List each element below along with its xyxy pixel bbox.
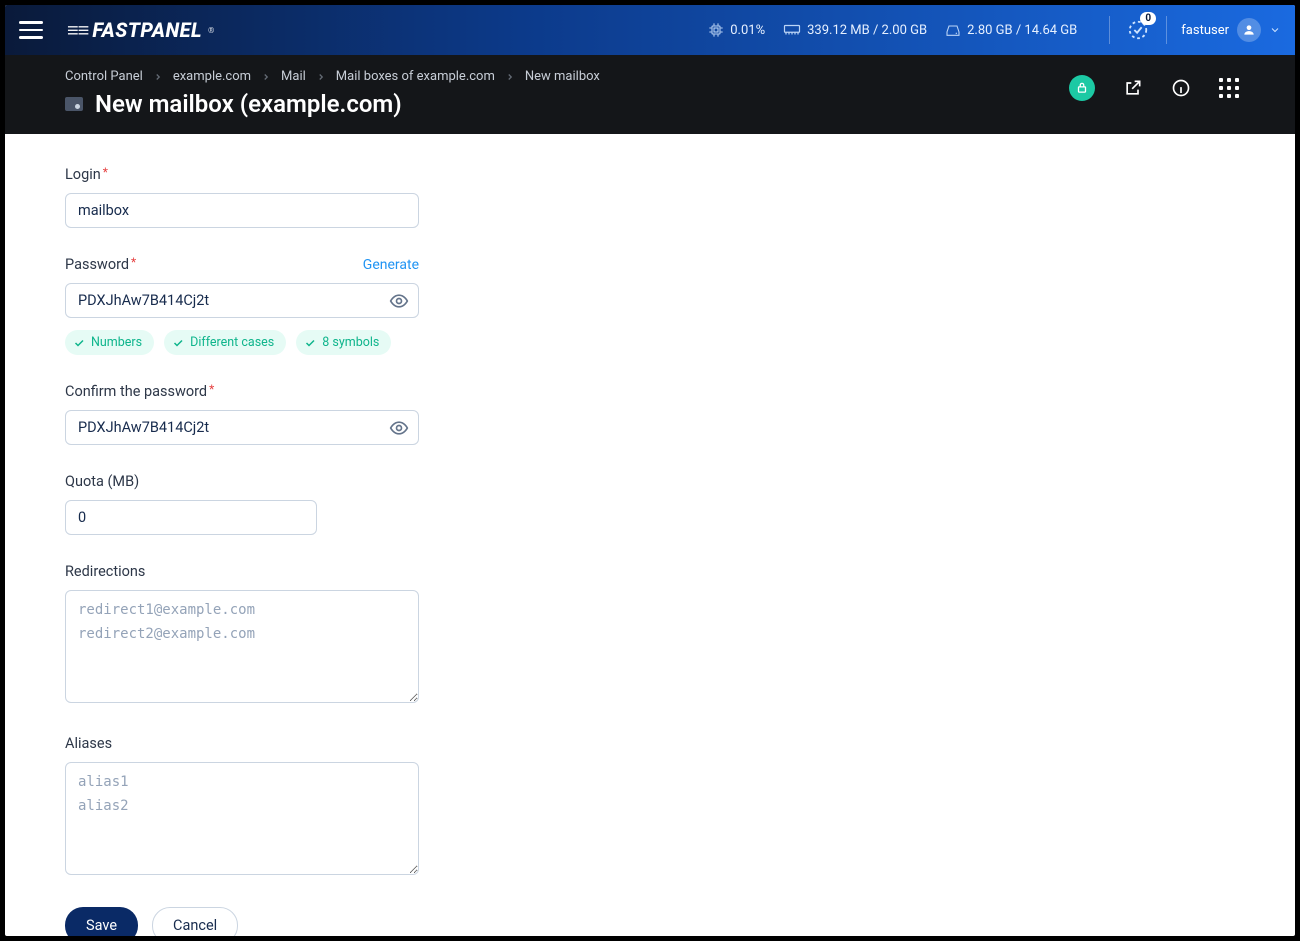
notifications-button[interactable]: 0 xyxy=(1124,16,1152,44)
cpu-stat: 0.01% xyxy=(708,22,765,38)
notif-badge: 0 xyxy=(1140,12,1156,25)
info-icon[interactable] xyxy=(1171,78,1191,98)
form-content: Login* Password* Generate Numbers xyxy=(5,134,1295,936)
login-label: Login xyxy=(65,166,101,183)
password-check-chip: Different cases xyxy=(164,330,286,355)
quota-input[interactable] xyxy=(65,500,317,535)
generate-password-link[interactable]: Generate xyxy=(363,257,419,273)
breadcrumb-item[interactable]: New mailbox xyxy=(525,69,600,84)
page-title: New mailbox (example.com) xyxy=(95,90,402,118)
disk-icon xyxy=(945,22,961,38)
subheader: Control Panel example.com Mail Mail boxe… xyxy=(5,55,1295,134)
breadcrumb: Control Panel example.com Mail Mail boxe… xyxy=(65,69,1235,84)
redirections-label: Redirections xyxy=(65,563,145,580)
breadcrumb-item[interactable]: Control Panel xyxy=(65,69,143,84)
cpu-icon xyxy=(708,22,724,38)
aliases-label: Aliases xyxy=(65,735,112,752)
ram-stat: 339.12 MB / 2.00 GB xyxy=(783,23,927,38)
avatar-icon xyxy=(1237,18,1261,42)
password-check-chip: Numbers xyxy=(65,330,154,355)
confirm-password-input[interactable] xyxy=(65,410,419,445)
topbar: ≡≡ FASTPANEL® 0.01% 339.12 MB / 2.00 GB … xyxy=(5,5,1295,55)
disk-stat: 2.80 GB / 14.64 GB xyxy=(945,22,1077,38)
toggle-confirm-visibility-icon[interactable] xyxy=(389,418,409,438)
confirm-password-label: Confirm the password xyxy=(65,383,207,400)
password-label: Password xyxy=(65,256,129,273)
brand-logo[interactable]: ≡≡ FASTPANEL® xyxy=(67,18,215,43)
redirections-textarea[interactable] xyxy=(65,590,419,703)
breadcrumb-item[interactable]: Mail boxes of example.com xyxy=(336,69,495,84)
aliases-textarea[interactable] xyxy=(65,762,419,875)
breadcrumb-item[interactable]: example.com xyxy=(173,69,251,84)
security-badge-icon[interactable] xyxy=(1069,75,1095,101)
menu-toggle-button[interactable] xyxy=(19,16,47,44)
ram-icon xyxy=(783,23,801,37)
username: fastuser xyxy=(1181,23,1229,38)
user-menu[interactable]: fastuser xyxy=(1181,18,1281,42)
quota-label: Quota (MB) xyxy=(65,473,139,490)
password-input[interactable] xyxy=(65,283,419,318)
breadcrumb-item[interactable]: Mail xyxy=(281,69,306,84)
login-input[interactable] xyxy=(65,193,419,228)
chevron-down-icon xyxy=(1269,24,1281,36)
cancel-button[interactable]: Cancel xyxy=(152,907,238,936)
open-external-icon[interactable] xyxy=(1123,78,1143,98)
save-button[interactable]: Save xyxy=(65,907,138,936)
toggle-password-visibility-icon[interactable] xyxy=(389,291,409,311)
page-icon xyxy=(65,97,83,111)
apps-grid-icon[interactable] xyxy=(1219,78,1239,98)
password-check-chip: 8 symbols xyxy=(296,330,391,355)
brand-text: FASTPANEL xyxy=(92,18,202,42)
